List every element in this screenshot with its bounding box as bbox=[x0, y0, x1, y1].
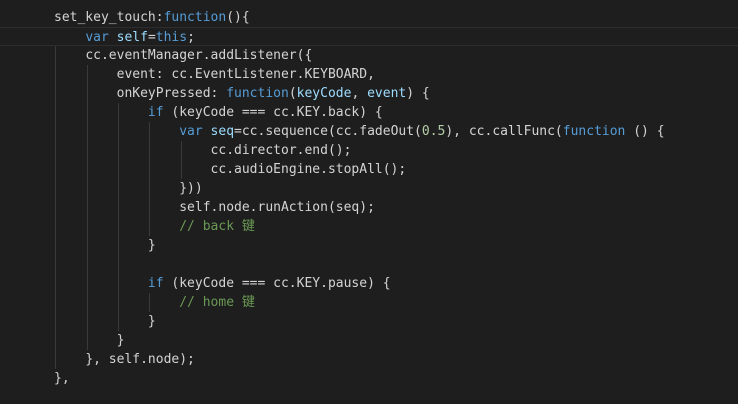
code-token: ( bbox=[288, 86, 297, 101]
code-line-text: cc.director.end(); bbox=[54, 141, 352, 160]
code-line-text: } bbox=[54, 312, 156, 331]
code-line[interactable]: }, bbox=[0, 369, 738, 388]
code-line-text: self.node.runAction(seq); bbox=[54, 198, 375, 217]
code-line-text: } bbox=[54, 331, 125, 350]
code-token: () { bbox=[625, 124, 665, 139]
code-keyword: var bbox=[179, 124, 203, 139]
code-line[interactable]: } bbox=[0, 236, 738, 255]
code-line-text: cc.eventManager.addListener({ bbox=[54, 46, 312, 65]
code-token: (keyCode === cc.KEY.pause) { bbox=[163, 276, 391, 291]
code-token: cc.eventManager.addListener({ bbox=[85, 48, 313, 63]
code-token: }, bbox=[54, 371, 70, 386]
code-line[interactable]: cc.director.end(); bbox=[0, 141, 738, 160]
code-token: event bbox=[367, 86, 407, 101]
code-token: ), cc.callFunc( bbox=[445, 124, 563, 139]
code-keyword: if bbox=[147, 105, 164, 120]
code-line-text: }, self.node); bbox=[54, 350, 195, 369]
code-comment: // home 键 bbox=[179, 295, 255, 310]
code-line[interactable]: } bbox=[0, 331, 738, 350]
code-token: onKeyPressed: bbox=[116, 86, 227, 101]
code-line[interactable]: set_key_touch:function(){ bbox=[0, 8, 738, 27]
code-token: ) { bbox=[406, 86, 430, 101]
code-editor[interactable]: set_key_touch:function(){ var self=this;… bbox=[0, 0, 738, 404]
code-line-text: })) bbox=[54, 179, 203, 198]
code-line[interactable]: cc.audioEngine.stopAll(); bbox=[0, 160, 738, 179]
code-line[interactable]: var self=this; bbox=[0, 27, 738, 46]
code-line[interactable]: // home 键 bbox=[0, 293, 738, 312]
code-token: event: cc.EventListener.KEYBOARD, bbox=[116, 67, 375, 82]
code-line[interactable]: }, self.node); bbox=[0, 350, 738, 369]
code-token: (){ bbox=[226, 10, 250, 25]
code-keyword: function bbox=[226, 86, 289, 101]
code-comment: // back 键 bbox=[179, 219, 255, 234]
code-line[interactable] bbox=[0, 255, 738, 274]
code-line-text: }, bbox=[54, 369, 70, 388]
code-token: : bbox=[155, 10, 164, 25]
code-line[interactable]: if (keyCode === cc.KEY.back) { bbox=[0, 103, 738, 122]
code-line-text: set_key_touch:function(){ bbox=[54, 8, 250, 27]
code-token: }, self.node); bbox=[85, 352, 195, 367]
code-line-text: event: cc.EventListener.KEYBOARD, bbox=[54, 65, 375, 84]
code-line[interactable]: self.node.runAction(seq); bbox=[0, 198, 738, 217]
code-keyword: if bbox=[147, 276, 164, 291]
code-token: 0.5 bbox=[421, 124, 446, 139]
code-line-text: cc.audioEngine.stopAll(); bbox=[54, 160, 407, 179]
code-token: } bbox=[147, 314, 156, 329]
code-keyword: this bbox=[155, 30, 188, 45]
code-line-text: if (keyCode === cc.KEY.pause) { bbox=[54, 274, 391, 293]
code-line[interactable]: } bbox=[0, 312, 738, 331]
code-token: =cc.sequence(cc.fadeOut( bbox=[234, 124, 422, 139]
code-token: self.node.runAction(seq); bbox=[179, 200, 375, 215]
code-token: set_key_touch bbox=[54, 10, 156, 25]
code-keyword: var bbox=[85, 30, 109, 45]
code-line-text: var seq=cc.sequence(cc.fadeOut(0.5), cc.… bbox=[54, 122, 665, 141]
code-line[interactable]: // back 键 bbox=[0, 217, 738, 236]
code-token: = bbox=[147, 30, 156, 45]
code-token: , bbox=[351, 86, 368, 101]
code-keyword: function bbox=[562, 124, 626, 139]
code-token: (keyCode === cc.KEY.back) { bbox=[163, 105, 383, 120]
code-line-text: if (keyCode === cc.KEY.back) { bbox=[54, 103, 383, 122]
code-token: cc.audioEngine.stopAll(); bbox=[210, 162, 407, 177]
code-token: })) bbox=[179, 181, 203, 196]
code-token: } bbox=[147, 238, 156, 253]
code-line[interactable]: cc.eventManager.addListener({ bbox=[0, 46, 738, 65]
code-line[interactable]: onKeyPressed: function(keyCode, event) { bbox=[0, 84, 738, 103]
code-line[interactable]: event: cc.EventListener.KEYBOARD, bbox=[0, 65, 738, 84]
code-token: cc.director.end(); bbox=[210, 143, 352, 158]
code-line[interactable]: var seq=cc.sequence(cc.fadeOut(0.5), cc.… bbox=[0, 122, 738, 141]
code-keyword: function bbox=[163, 10, 227, 25]
code-line[interactable]: if (keyCode === cc.KEY.pause) { bbox=[0, 274, 738, 293]
code-token: ; bbox=[187, 30, 195, 45]
code-token: self bbox=[116, 30, 148, 45]
code-token: keyCode bbox=[296, 86, 352, 101]
code-line-text: // home 键 bbox=[54, 293, 255, 312]
code-line[interactable]: })) bbox=[0, 179, 738, 198]
code-line-text: onKeyPressed: function(keyCode, event) { bbox=[54, 84, 430, 103]
code-line-text: // back 键 bbox=[54, 217, 255, 236]
code-token: seq bbox=[210, 124, 235, 139]
code-line-text: } bbox=[54, 236, 156, 255]
code-line-text: var self=this; bbox=[54, 28, 195, 47]
code-token: } bbox=[116, 333, 125, 348]
